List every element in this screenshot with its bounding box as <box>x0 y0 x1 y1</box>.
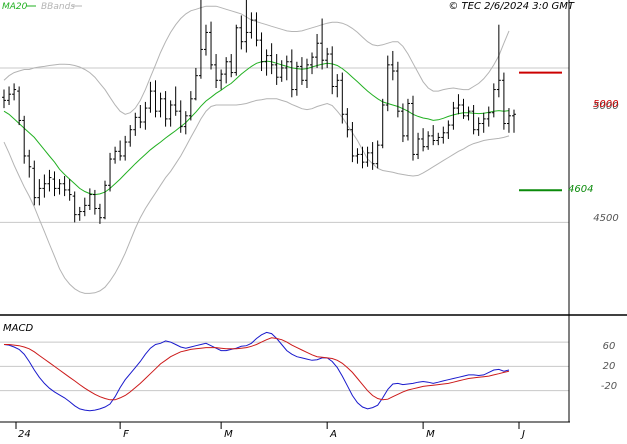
chart-background <box>0 0 627 440</box>
copyright-label: © TEC 2/6/2024 3:0 GMT <box>448 1 575 12</box>
resistance-label: 5000 <box>593 99 618 110</box>
chart-svg: 24 F M A M J 5000 4500 5000 4604 60 20 -20 MA… <box>0 0 627 440</box>
legend-ma20: MA20 <box>2 2 28 12</box>
chart-root: 24 F M A M J 5000 4500 5000 4604 60 20 -20 MA… <box>0 0 627 440</box>
x-tick-label: 24 <box>18 429 31 440</box>
y-tick-label-price: 4500 <box>593 213 618 224</box>
x-tick-label: A <box>329 429 337 440</box>
legend-bbands: BBands <box>41 2 75 12</box>
x-tick-label: F <box>123 429 129 440</box>
y-tick-label-macd: 20 <box>603 361 616 372</box>
support-label: 4604 <box>568 184 593 195</box>
macd-title: MACD <box>3 323 33 334</box>
x-tick-label: M <box>224 429 233 440</box>
x-tick-label: M <box>426 429 435 440</box>
y-tick-label-macd: 60 <box>603 341 616 352</box>
y-tick-label-macd: -20 <box>601 381 617 392</box>
